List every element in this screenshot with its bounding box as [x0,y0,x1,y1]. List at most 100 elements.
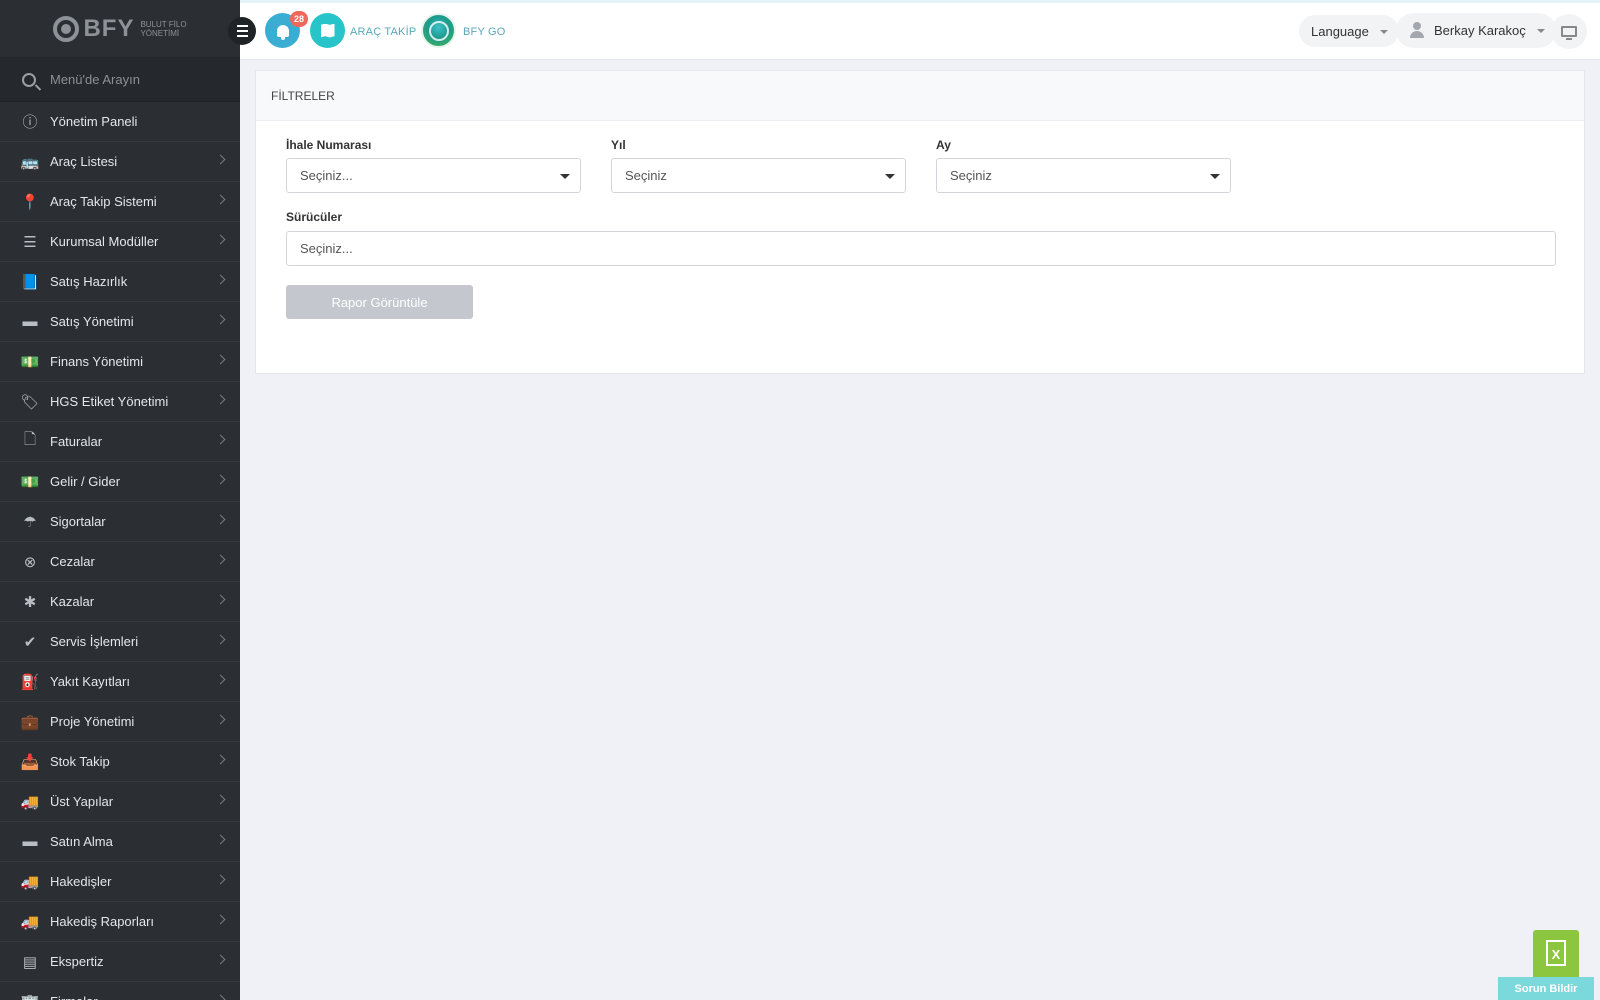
sidebar-item[interactable]: 💵 Gelir / Gider [0,462,240,502]
sidebar-item-label: Hakedişler [50,874,112,889]
chevron-right-icon [215,914,226,925]
sidebar-item[interactable]: ⛽ Yakıt Kayıtları [0,662,240,702]
chevron-right-icon [215,554,226,565]
chevron-right-icon [215,714,226,725]
fullscreen-button[interactable] [1551,14,1587,49]
ay-select[interactable]: Seçiniz [936,158,1231,193]
money-icon: 💵 [20,353,40,371]
chevron-right-icon [215,794,226,805]
sidebar-item[interactable]: ⊗ Cezalar [0,542,240,582]
sidebar-item[interactable]: 📘 Satış Hazırlık [0,262,240,302]
filters-title: FİLTRELER [256,71,1584,121]
brand-logo: BFY BULUT FİLO YÖNETİMİ [53,15,187,43]
sidebar-item[interactable]: ☰ Kurumsal Modüller [0,222,240,262]
sidebar-item[interactable]: ⓘ Yönetim Paneli [0,102,240,142]
suruculer-select[interactable]: Seçiniz... [286,231,1556,266]
excel-export-button[interactable]: X [1533,930,1579,980]
brand[interactable]: BFY BULUT FİLO YÖNETİMİ [0,0,240,58]
list-alt-icon: ▤ [22,953,38,971]
sidebar: BFY BULUT FİLO YÖNETİMİ Menü'de Arayın ⓘ… [0,0,240,1000]
file-icon: 🗋 [23,431,37,448]
sidebar-item-label: Kurumsal Modüller [50,234,159,249]
chevron-right-icon [215,594,226,605]
sidebar-item-label: Stok Takip [50,754,110,769]
truck-icon: 🚚 [20,913,40,931]
arac-takip-button[interactable] [310,13,345,48]
chevron-right-icon [215,874,226,885]
caret-down-icon [1379,30,1388,34]
report-issue-button[interactable]: Sorun Bildir [1498,977,1594,1000]
bell-icon [276,24,289,40]
sidebar-item-label: Satın Alma [50,834,113,849]
chevron-right-icon [215,994,226,1000]
language-dropdown[interactable]: Language [1299,15,1399,47]
sidebar-item[interactable]: 🚚 Üst Yapılar [0,782,240,822]
sidebar-item[interactable]: ☂ Sigortalar [0,502,240,542]
ihale-select-value: Seçiniz... [300,168,353,183]
menu-search[interactable]: Menü'de Arayın [0,58,240,102]
sidebar-item[interactable]: ✱ Kazalar [0,582,240,622]
user-name: Berkay Karakoç [1434,23,1526,38]
book-icon: 📘 [20,273,40,291]
sidebar-item[interactable]: 🏷 HGS Etiket Yönetimi [0,382,240,422]
sidebar-item-label: Satış Yönetimi [50,314,134,329]
sidebar-item[interactable]: ▬ Satın Alma [0,822,240,862]
sidebar-item[interactable]: ▬ Satış Yönetimi [0,302,240,342]
chevron-right-icon [215,434,226,445]
sidebar-item[interactable]: ✔ Servis İşlemleri [0,622,240,662]
ay-label: Ay [936,138,951,152]
sidebar-item-label: Gelir / Gider [50,474,121,489]
gas-pump-icon: ⛽ [20,673,40,691]
notification-badge: 28 [290,11,308,27]
arac-takip-link[interactable]: ARAÇ TAKİP [350,26,416,38]
sidebar-item[interactable]: 💵 Finans Yönetimi [0,342,240,382]
chevron-right-icon [215,514,226,525]
truck-icon: 🚚 [20,793,40,811]
ihale-label: İhale Numarası [286,138,372,152]
sidebar-item[interactable]: 📥 Stok Takip [0,742,240,782]
chevron-right-icon [215,834,226,845]
menu-search-placeholder[interactable]: Menü'de Arayın [50,72,140,87]
sidebar-item-label: Üst Yapılar [50,794,114,809]
sidebar-item[interactable]: 🚚 Hakedişler [0,862,240,902]
notifications-button[interactable]: 28 [265,11,308,48]
chevron-right-icon [215,354,226,365]
menu-toggle-button[interactable] [228,17,256,45]
sidebar-item[interactable]: 🏢 Firmalar [0,982,240,1000]
sidebar-item[interactable]: 💼 Proje Yönetimi [0,702,240,742]
umbrella-icon: ☂ [23,513,37,531]
sidebar-item-label: Yönetim Paneli [50,114,138,129]
bus-icon: 🚌 [20,153,40,171]
sidebar-item-label: Sigortalar [50,514,106,529]
tag-icon: 🏷 [20,393,40,411]
dropdown-arrow-icon [560,174,570,179]
sidebar-item[interactable]: 📍 Araç Takip Sistemi [0,182,240,222]
user-menu[interactable]: Berkay Karakoç [1396,13,1556,48]
sidebar-item[interactable]: ▤ Ekspertiz [0,942,240,982]
sidebar-item[interactable]: 🚌 Araç Listesi [0,142,240,182]
chevron-right-icon [215,954,226,965]
suruculer-label: Sürücüler [286,210,343,224]
chevron-right-icon [215,634,226,645]
rapor-goruntule-button[interactable]: Rapor Görüntüle [286,285,473,319]
truck-icon: 🚚 [20,873,40,891]
sidebar-item-label: Servis İşlemleri [50,634,139,649]
check-circle-icon: ✔ [23,633,37,651]
inbox-icon: 📥 [20,753,40,771]
ihale-select[interactable]: Seçiniz... [286,158,581,193]
bfy-go-icon [428,20,449,41]
sidebar-item[interactable]: 🚚 Hakediş Raporları [0,902,240,942]
bfy-go-button[interactable] [421,13,456,48]
caret-down-icon [1536,29,1545,33]
filters-card: FİLTRELER İhale Numarası Seçiniz... Yıl … [255,70,1585,374]
yil-select[interactable]: Seçiniz [611,158,906,193]
sidebar-item[interactable]: 🗋 Faturalar [0,422,240,462]
ay-select-value: Seçiniz [950,168,992,183]
sidebar-item-label: Ekspertiz [50,954,104,969]
sidebar-item-label: HGS Etiket Yönetimi [50,394,169,409]
bfy-go-link[interactable]: BFY GO [463,26,506,38]
server-icon: ☰ [23,233,37,251]
dashboard-icon: ⓘ [22,114,38,131]
map-marker-icon: 📍 [20,193,40,211]
chevron-right-icon [215,154,226,165]
